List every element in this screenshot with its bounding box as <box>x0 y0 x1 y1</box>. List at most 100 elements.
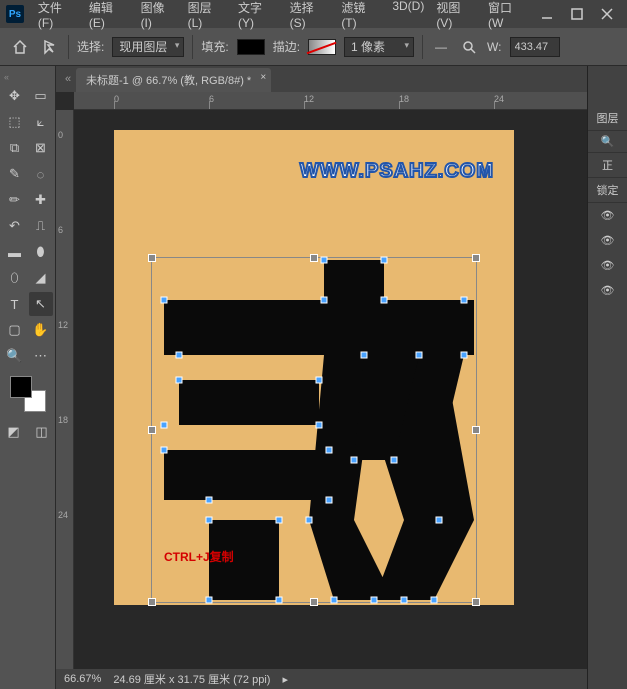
anchor-point[interactable] <box>321 297 328 304</box>
ruler-horizontal[interactable]: 06121824 <box>74 92 587 110</box>
close-tab-icon[interactable]: × <box>260 72 266 83</box>
anchor-point[interactable] <box>176 352 183 359</box>
menu-item[interactable]: 图层(L) <box>182 0 232 34</box>
eraser-tool[interactable]: ◢ <box>29 266 53 290</box>
hand-tool[interactable]: ✋ <box>29 318 53 342</box>
panel-collapse-chevron[interactable]: « <box>60 66 76 92</box>
anchor-point[interactable] <box>276 597 283 604</box>
tool-preset[interactable] <box>40 37 60 57</box>
anchor-point[interactable] <box>206 597 213 604</box>
align-icon[interactable]: — <box>431 37 451 57</box>
anchor-point[interactable] <box>161 422 168 429</box>
anchor-point[interactable] <box>321 257 328 264</box>
anchor-point[interactable] <box>351 457 358 464</box>
menu-item[interactable]: 窗口(W <box>482 0 533 34</box>
anchor-point[interactable] <box>161 447 168 454</box>
layer-search-icon[interactable]: 🔍 <box>588 131 627 153</box>
collapse-chevron-icon[interactable]: « <box>0 70 13 84</box>
anchor-point[interactable] <box>391 457 398 464</box>
menu-item[interactable]: 选择(S) <box>284 0 336 34</box>
anchor-point[interactable] <box>276 517 283 524</box>
menu-item[interactable]: 编辑(E) <box>83 0 135 34</box>
anchor-point[interactable] <box>161 297 168 304</box>
anchor-point[interactable] <box>436 517 443 524</box>
quick-mask-button[interactable]: ◩ <box>2 420 26 444</box>
anchor-point[interactable] <box>326 447 333 454</box>
width-input[interactable] <box>510 37 560 57</box>
zoom-level[interactable]: 66.67% <box>64 673 101 685</box>
fill-swatch[interactable] <box>237 39 265 55</box>
home-button[interactable] <box>8 35 32 59</box>
maximize-button[interactable] <box>563 6 591 22</box>
color-wells[interactable] <box>10 376 46 412</box>
frame-tool[interactable]: ⊠ <box>29 136 53 160</box>
blur-tool[interactable]: ⬮ <box>29 240 53 264</box>
menu-item[interactable]: 滤镜(T) <box>335 0 386 34</box>
layer-visibility-icon[interactable]: 👁 <box>588 253 627 278</box>
lasso-tool[interactable]: ⟀ <box>29 110 53 134</box>
minimize-button[interactable] <box>533 6 561 22</box>
main-menu: 文件(F)编辑(E)图像(I)图层(L)文字(Y)选择(S)滤镜(T)3D(D)… <box>32 0 533 34</box>
type-tool[interactable]: T <box>3 292 27 316</box>
document-tab[interactable]: 未标题-1 @ 66.7% (教, RGB/8#) * × <box>76 68 271 92</box>
stroke-size-dropdown[interactable]: 1 像素 <box>344 37 414 57</box>
options-bar: 选择: 现用图层 填充: 描边: 1 像素 — W: <box>0 28 627 66</box>
layer-visibility-icon[interactable]: 👁 <box>588 228 627 253</box>
anchor-point[interactable] <box>361 352 368 359</box>
menu-item[interactable]: 3D(D) <box>386 0 430 34</box>
anchor-point[interactable] <box>316 422 323 429</box>
anchor-point[interactable] <box>431 597 438 604</box>
close-button[interactable] <box>593 6 621 22</box>
anchor-point[interactable] <box>461 297 468 304</box>
zoom-tool[interactable]: 🔍 <box>3 344 27 368</box>
ruler-vertical[interactable]: 06121824 <box>56 110 74 669</box>
healing-tool[interactable]: ✚ <box>29 188 53 212</box>
tools-panel: « ✥ ▭ ⬚ ⟀ ⧉ ⊠ ✎ ◌ ✏ ✚ ↶ ⎍ ▬ ⬮ ⬯ ◢ T ↖ ▢ … <box>0 66 56 689</box>
marquee-tool[interactable]: ⬚ <box>3 110 27 134</box>
gradient-tool[interactable]: ▬ <box>3 240 27 264</box>
clone-tool[interactable]: ⎍ <box>29 214 53 238</box>
menu-item[interactable]: 视图(V) <box>430 0 482 34</box>
menu-item[interactable]: 文字(Y) <box>232 0 284 34</box>
anchor-point[interactable] <box>381 257 388 264</box>
artboard-tool[interactable]: ▭ <box>29 84 53 108</box>
quick-select-tool[interactable]: ◌ <box>29 162 53 186</box>
eyedropper-tool[interactable]: ✎ <box>3 162 27 186</box>
anchor-point[interactable] <box>381 297 388 304</box>
layer-visibility-icon[interactable]: 👁 <box>588 278 627 303</box>
more-tools[interactable]: ⋯ <box>29 344 53 368</box>
history-brush-tool[interactable]: ↶ <box>3 214 27 238</box>
direct-select-tool[interactable]: ↖ <box>29 292 53 316</box>
anchor-point[interactable] <box>461 352 468 359</box>
titlebar: Ps 文件(F)编辑(E)图像(I)图层(L)文字(Y)选择(S)滤镜(T)3D… <box>0 0 627 28</box>
screen-mode-button[interactable]: ◫ <box>30 420 54 444</box>
menu-item[interactable]: 文件(F) <box>32 0 83 34</box>
crop-tool[interactable]: ⧉ <box>3 136 27 160</box>
select-label: 选择: <box>77 38 104 55</box>
status-chevron-icon[interactable]: ▸ <box>282 673 288 686</box>
search-icon[interactable] <box>459 37 479 57</box>
anchor-point[interactable] <box>176 377 183 384</box>
anchor-point[interactable] <box>206 497 213 504</box>
stroke-swatch[interactable] <box>308 39 336 55</box>
anchor-point[interactable] <box>206 517 213 524</box>
canvas-area[interactable]: WWW.PSAHZ.COM <box>74 110 587 669</box>
blend-mode[interactable]: 正 <box>588 153 627 178</box>
anchor-point[interactable] <box>306 517 313 524</box>
select-dropdown[interactable]: 现用图层 <box>112 37 184 57</box>
brush-tool[interactable]: ✏ <box>3 188 27 212</box>
anchor-point[interactable] <box>331 597 338 604</box>
anchor-point[interactable] <box>371 597 378 604</box>
canvas[interactable]: WWW.PSAHZ.COM <box>114 130 514 605</box>
layer-visibility-icon[interactable]: 👁 <box>588 203 627 228</box>
anchor-point[interactable] <box>401 597 408 604</box>
anchor-point[interactable] <box>416 352 423 359</box>
dodge-tool[interactable]: ⬯ <box>3 266 27 290</box>
layers-panel-label[interactable]: 图层 <box>588 106 627 131</box>
rectangle-tool[interactable]: ▢ <box>3 318 27 342</box>
anchor-point[interactable] <box>316 377 323 384</box>
move-tool[interactable]: ✥ <box>3 84 27 108</box>
menu-item[interactable]: 图像(I) <box>135 0 182 34</box>
foreground-color[interactable] <box>10 376 32 398</box>
anchor-point[interactable] <box>326 497 333 504</box>
